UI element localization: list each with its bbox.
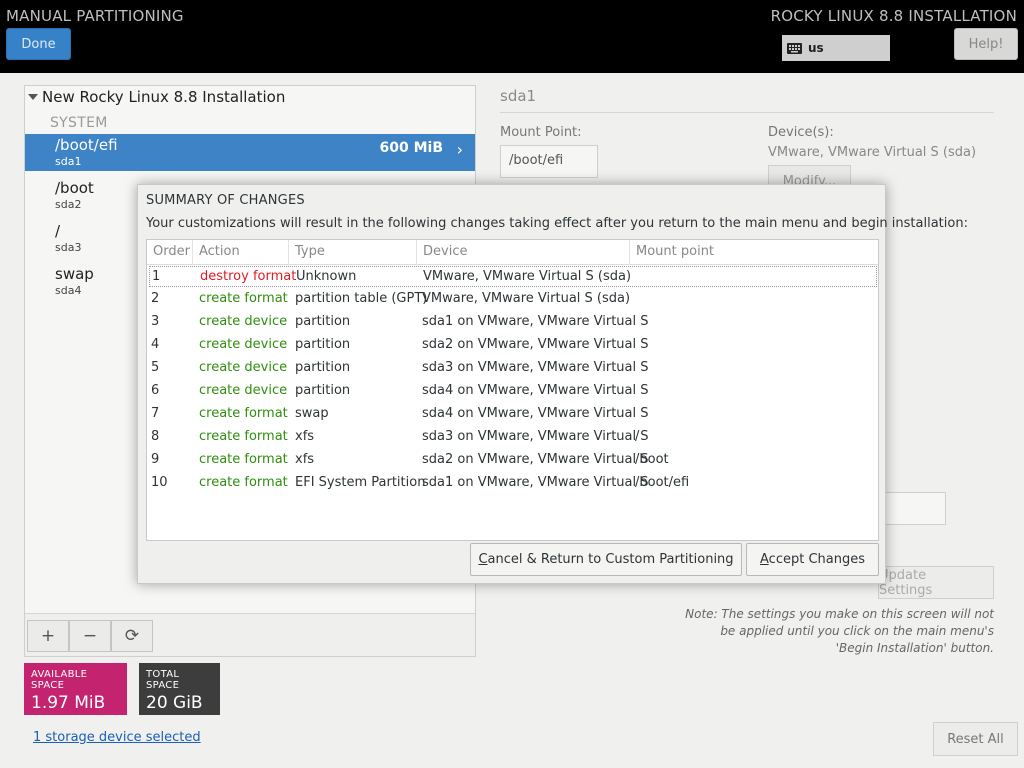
cell-type: xfs [295,429,315,444]
cell-type: partition [295,360,351,375]
cell-order: 3 [151,314,160,329]
cell-order: 6 [151,383,160,398]
cell-type: partition table (GPT) [295,291,428,306]
table-row[interactable]: 2 create format partition table (GPT) VMwar… [149,289,877,310]
cancel-return-button[interactable]: Cancel & Return to Custom Partitioning [470,543,742,576]
cell-action: create format [199,429,288,444]
column-header-order[interactable]: Order [147,240,193,265]
cell-device: VMware, VMware Virtual S (sda) [423,269,632,284]
dialog-title: SUMMARY OF CHANGES [146,193,305,208]
help-button[interactable]: Help! [954,28,1018,60]
cell-action: create device [199,360,288,375]
table-row[interactable]: 1 destroy format Unknown VMware, VMware Vir… [149,266,877,287]
cell-order: 7 [151,406,160,421]
cell-action: create device [199,383,288,398]
cell-type: partition [295,383,351,398]
cell-device: sda3 on VMware, VMware Virtual S [422,360,649,375]
table-row[interactable]: 4 create device partition sda2 on VMware, V… [149,335,877,356]
cell-device: sda3 on VMware, VMware Virtual S [422,429,649,444]
keyboard-layout-label: us [808,41,824,55]
cell-device: sda2 on VMware, VMware Virtual S [422,337,649,352]
cell-type: partition [295,337,351,352]
cell-order: 10 [151,475,168,490]
column-header-action[interactable]: Action [193,240,289,265]
cell-mount-point: /boot/efi [635,475,690,490]
cancel-button-label: Cancel & Return to Custom Partitioning [478,552,734,567]
cell-type: xfs [295,452,315,467]
cell-action: create format [199,452,288,467]
cell-order: 8 [151,429,160,444]
column-header-device[interactable]: Device [417,240,630,265]
column-header-type[interactable]: Type [289,240,417,265]
table-row[interactable]: 3 create device partition sda1 on VMware, V… [149,312,877,333]
cell-type: swap [295,406,329,421]
table-row[interactable]: 7 create format swap sda4 on VMware, VMware… [149,404,877,425]
cell-order: 1 [152,269,161,284]
cell-order: 2 [151,291,160,306]
spoke-title: MANUAL PARTITIONING [6,7,184,25]
cell-action: create format [199,291,288,306]
cell-device: sda4 on VMware, VMware Virtual S [422,406,649,421]
table-row[interactable]: 6 create device partition sda4 on VMware, V… [149,381,877,402]
changes-table: Order Action Type Device Mount point 1 de… [146,239,879,541]
cell-action: create device [199,314,288,329]
done-button[interactable]: Done [6,28,71,60]
cell-order: 9 [151,452,160,467]
cell-mount-point: /boot [635,452,669,467]
table-row[interactable]: 10 create format EFI System Partition sda1 … [149,473,877,494]
cell-device: sda1 on VMware, VMware Virtual S [422,475,649,490]
top-bar: MANUAL PARTITIONING ROCKY LINUX 8.8 INST… [0,0,1024,73]
accept-changes-button[interactable]: Accept Changes [746,543,879,576]
cell-order: 5 [151,360,160,375]
keyboard-icon [787,42,802,54]
dialog-description: Your customizations will result in the f… [146,216,968,231]
table-header: Order Action Type Device Mount point [147,240,878,265]
keyboard-layout-indicator[interactable]: us [782,35,890,61]
summary-of-changes-dialog: SUMMARY OF CHANGES Your customizations w… [137,184,968,584]
cell-device: sda4 on VMware, VMware Virtual S [422,383,649,398]
table-row[interactable]: 5 create device partition sda3 on VMware, V… [149,358,877,379]
cell-device: sda2 on VMware, VMware Virtual S [422,452,649,467]
cell-type: Unknown [296,269,357,284]
accept-button-label: Accept Changes [760,552,865,567]
cell-device: sda1 on VMware, VMware Virtual S [422,314,649,329]
table-row[interactable]: 8 create format xfs sda3 on VMware, VMware … [149,427,877,448]
cell-action: create format [199,475,288,490]
cell-type: partition [295,314,351,329]
cell-mount-point: / [635,429,640,444]
cell-device: VMware, VMware Virtual S (sda) [422,291,631,306]
table-row[interactable]: 9 create format xfs sda2 on VMware, VMware … [149,450,877,471]
cell-type: EFI System Partition [295,475,426,490]
cell-order: 4 [151,337,160,352]
cell-action: create device [199,337,288,352]
cell-action: create format [199,406,288,421]
column-header-mount-point[interactable]: Mount point [630,240,878,265]
product-title: ROCKY LINUX 8.8 INSTALLATION [770,7,1017,25]
cell-action: destroy format [200,269,297,284]
